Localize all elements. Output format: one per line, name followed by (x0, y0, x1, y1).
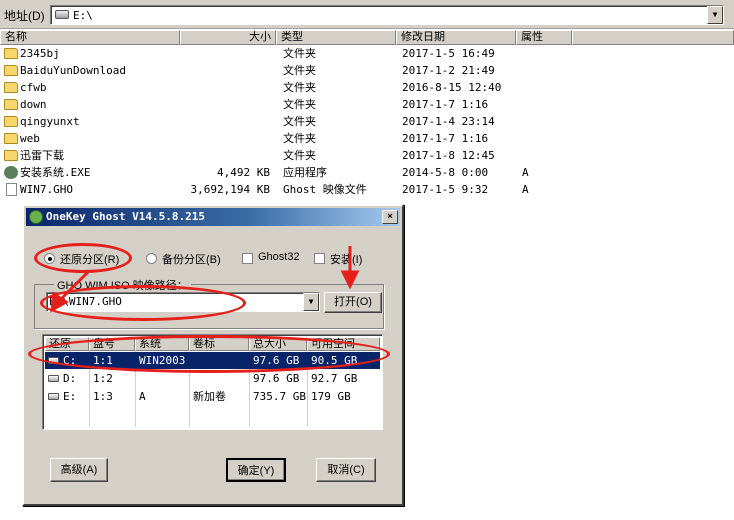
annotation-arrow-line (58, 270, 90, 302)
annotation-arrows (50, 246, 360, 313)
annotation-arrowhead (340, 270, 360, 290)
